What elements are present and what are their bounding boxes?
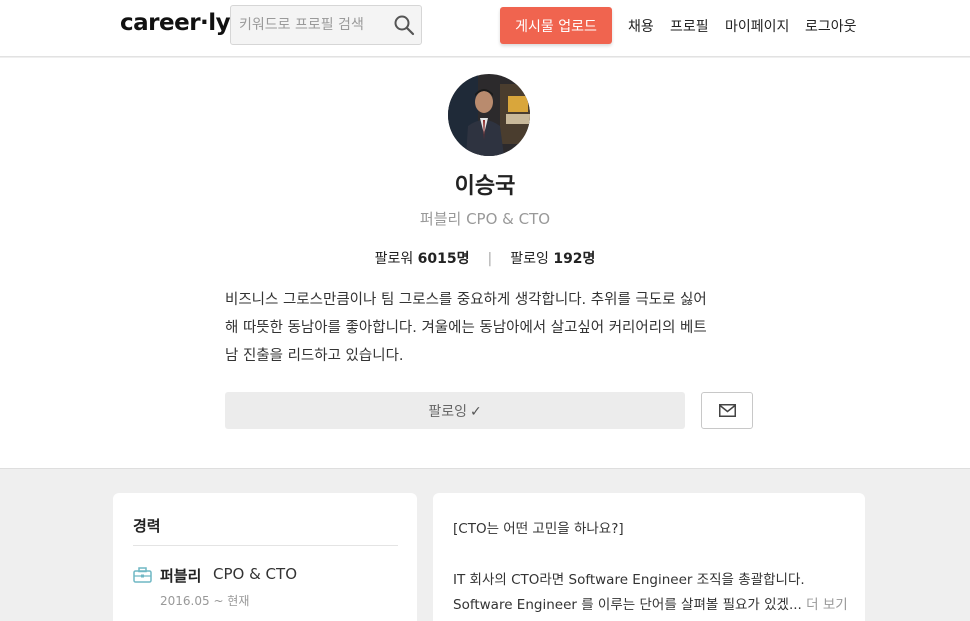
post-heading: [CTO는 어떤 고민을 하나요?]: [453, 521, 624, 537]
follow-stats: 팔로워 6015명 | 팔로잉 192명: [0, 248, 970, 268]
bio-line: 남 진출을 리드하고 있습니다.: [225, 348, 404, 364]
following-button-label: 팔로잉: [428, 403, 467, 420]
following-stat[interactable]: 팔로잉 192명: [510, 251, 595, 267]
search-box: [230, 5, 422, 45]
top-navigation-bar: career·ly 게시물 업로드 채용 프로필 마이페이지 로그아웃: [0, 0, 970, 57]
following-button[interactable]: 팔로잉 ✓: [225, 392, 685, 429]
nav-jobs[interactable]: 채용: [628, 16, 654, 36]
followers-stat[interactable]: 팔로워 6015명: [375, 251, 470, 267]
following-count: 192명: [553, 251, 596, 267]
nav-mypage[interactable]: 마이페이지: [725, 16, 789, 36]
bio-line: 비즈니스 그로스만큼이나 팀 그로스를 중요하게 생각합니다. 추위를 극도로 …: [225, 292, 707, 308]
check-icon: ✓: [469, 403, 482, 420]
divider: [133, 545, 398, 546]
read-more-link[interactable]: 더 보기: [806, 597, 848, 613]
career-company[interactable]: 퍼블리: [160, 565, 201, 586]
post-card[interactable]: [CTO는 어떤 고민을 하나요?] IT 회사의 CTO라면 Software…: [433, 493, 865, 621]
profile-name: 이승국: [454, 174, 516, 199]
profile-section: 이승국 퍼블리 CPO & CTO 팔로워 6015명 | 팔로잉 192명 비즈니…: [0, 58, 970, 469]
post-text-line: IT 회사의 CTO라면 Software Engineer 조직을 총괄합니다…: [453, 572, 805, 588]
career-card: 경력 퍼블리 CPO & CTO 2016.05 ~ 현재: [113, 493, 417, 621]
profile-title: 퍼블리 CPO & CTO: [419, 210, 551, 228]
followers-count: 6015명: [417, 251, 470, 267]
career-role: CPO & CTO: [213, 565, 298, 583]
search-input[interactable]: [231, 6, 381, 44]
stats-separator: |: [487, 251, 493, 267]
bio-line: 해 따뜻한 동남아를 좋아합니다. 겨울에는 동남아에서 살고싶어 커리어리의 …: [225, 320, 707, 336]
careerly-logo[interactable]: career·ly: [120, 10, 231, 36]
profile-bio: 비즈니스 그로스만큼이나 팀 그로스를 중요하게 생각합니다. 추위를 극도로 …: [225, 286, 755, 370]
career-heading: 경력: [133, 517, 161, 535]
followers-label: 팔로워: [374, 251, 414, 267]
career-period: 2016.05 ~ 현재: [160, 594, 250, 608]
search-icon[interactable]: [393, 14, 415, 36]
briefcase-icon: [133, 567, 152, 587]
nav-profile[interactable]: 프로필: [670, 16, 709, 36]
message-button[interactable]: [701, 392, 753, 429]
upload-post-button[interactable]: 게시물 업로드: [500, 7, 612, 44]
post-text-line: Software Engineer 를 이루는 단어를 살펴볼 필요가 있겠..…: [453, 593, 848, 613]
post-text-truncated: Software Engineer 를 이루는 단어를 살펴볼 필요가 있겠..…: [453, 597, 802, 613]
profile-avatar: [448, 74, 530, 156]
following-label: 팔로잉: [510, 251, 549, 267]
nav-logout[interactable]: 로그아웃: [805, 16, 857, 36]
